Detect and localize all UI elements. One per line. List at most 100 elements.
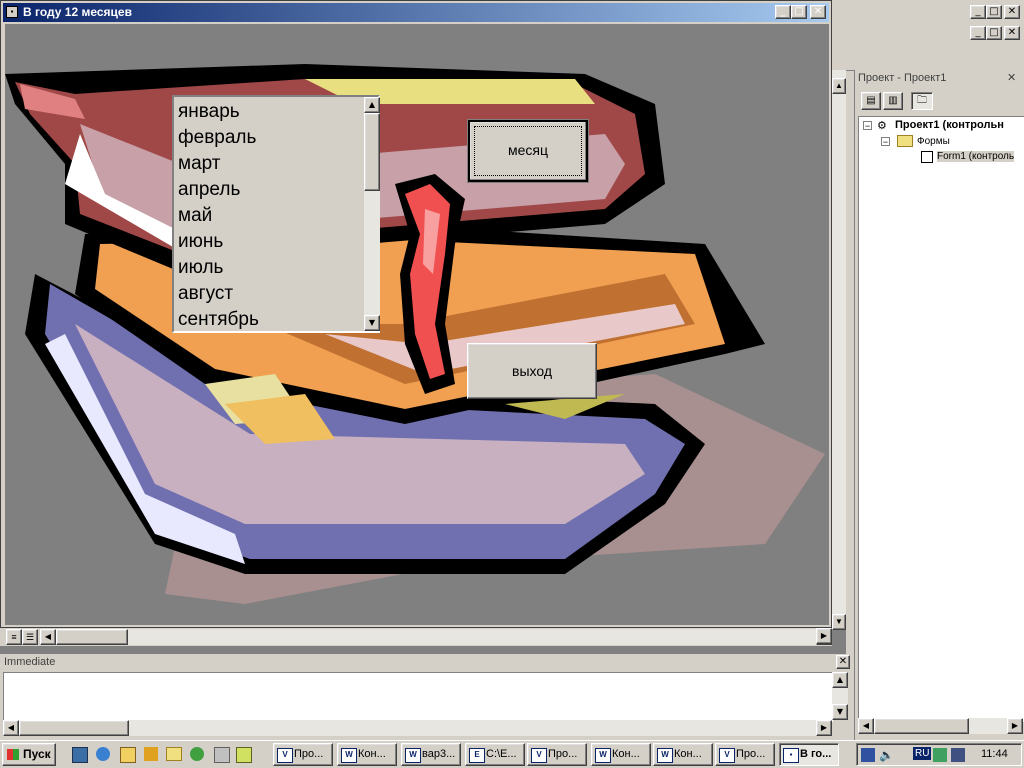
scroll-down-icon[interactable]: ▼: [364, 315, 380, 331]
mdi-vscroll[interactable]: ▲ ▼: [832, 70, 846, 630]
scroll-down-icon[interactable]: ▼: [832, 704, 848, 720]
mdi-hscroll-right[interactable]: ▶: [816, 628, 832, 644]
show-desktop-icon[interactable]: [72, 747, 88, 763]
start-button[interactable]: Пуск: [2, 743, 56, 766]
tree-folder-forms[interactable]: Формы: [917, 136, 950, 147]
tree-form1[interactable]: Form1 (контроль: [937, 151, 1015, 162]
immediate-close-icon[interactable]: ✕: [836, 655, 850, 669]
view-code-button[interactable]: ▤: [861, 92, 881, 110]
windows-logo-icon: [7, 749, 19, 760]
form-maximize-button[interactable]: □: [791, 5, 807, 19]
tray-app-icon[interactable]: [933, 748, 947, 762]
list-item[interactable]: июнь: [174, 229, 362, 255]
start-label: Пуск: [23, 747, 51, 761]
form-icon: ▪: [783, 748, 799, 763]
scroll-left-icon[interactable]: ◀: [858, 718, 874, 734]
monitor-icon[interactable]: [951, 748, 965, 762]
network-tray-icon[interactable]: [861, 748, 875, 762]
form-titlebar[interactable]: ▪ В году 12 месяцев _ □ ✕: [3, 3, 829, 22]
list-item[interactable]: август: [174, 281, 362, 307]
taskbar-task-active[interactable]: ▪ В го...: [779, 743, 839, 766]
list-item[interactable]: март: [174, 151, 362, 177]
system-tray: 🔈 RU 11:44: [856, 743, 1022, 766]
form-minimize-button[interactable]: _: [775, 5, 791, 19]
immediate-hscroll-thumb[interactable]: [19, 720, 129, 736]
internet-explorer-icon[interactable]: [96, 747, 110, 761]
immediate-titlebar[interactable]: Immediate ✕: [2, 655, 850, 670]
taskbar-task[interactable]: V Про...: [527, 743, 587, 766]
view-object-button[interactable]: ▥: [883, 92, 903, 110]
language-indicator[interactable]: RU: [913, 747, 932, 760]
immediate-vscroll[interactable]: ▲ ▼: [832, 672, 848, 720]
project-titlebar[interactable]: Проект - Проект1 ✕: [855, 70, 1024, 87]
list-item[interactable]: январь: [174, 99, 362, 125]
scroll-thumb[interactable]: [364, 113, 380, 191]
mdi-child-restore-button[interactable]: □: [986, 26, 1002, 40]
listbox-scrollbar[interactable]: ▲ ▼: [364, 97, 380, 331]
scroll-left-icon[interactable]: ◀: [40, 629, 56, 645]
form-close-button[interactable]: ✕: [810, 5, 826, 19]
view-code-icon[interactable]: ≡: [6, 629, 22, 645]
tree-expander-icon[interactable]: −: [863, 121, 872, 131]
taskbar-task[interactable]: E C:\E...: [465, 743, 525, 766]
word-icon: W: [595, 748, 611, 763]
immediate-textarea[interactable]: [3, 672, 833, 722]
quicklaunch: [66, 745, 256, 765]
mdi-vscroll-down-icon[interactable]: ▼: [832, 614, 846, 630]
month-button[interactable]: месяц: [467, 119, 589, 183]
project-close-icon[interactable]: ✕: [1007, 71, 1016, 84]
month-listbox[interactable]: январь февраль март апрель май июнь июль…: [172, 95, 380, 333]
network-icon[interactable]: [190, 747, 204, 761]
vb-icon: V: [719, 748, 735, 763]
project-tree: − ⚙ Проект1 (контрольн − Формы Form1 (ко…: [858, 116, 1024, 722]
media-player-icon[interactable]: [144, 747, 158, 761]
month-button-label: месяц: [507, 142, 548, 158]
scroll-right-icon[interactable]: ▶: [1007, 718, 1023, 734]
word-icon: W: [341, 748, 357, 763]
mdi-vscroll-up-icon[interactable]: ▲: [832, 78, 846, 94]
hscroll-track[interactable]: [128, 629, 816, 645]
list-item[interactable]: май: [174, 203, 362, 229]
scroll-up-icon[interactable]: ▲: [832, 672, 848, 688]
books-illustration: [5, 64, 825, 604]
app-icon[interactable]: [236, 747, 252, 763]
taskbar-task[interactable]: V Про...: [273, 743, 333, 766]
exit-button[interactable]: выход: [467, 343, 597, 399]
taskbar-task[interactable]: V Про...: [715, 743, 775, 766]
scroll-left-icon[interactable]: ◀: [3, 720, 19, 736]
mdi-minimize-button[interactable]: _: [970, 5, 986, 19]
toggle-folders-button[interactable]: 🗀: [911, 92, 933, 110]
mdi-close-button[interactable]: ✕: [1004, 5, 1020, 19]
immediate-hscroll[interactable]: ◀ ▶: [3, 720, 832, 736]
list-item[interactable]: июль: [174, 255, 362, 281]
taskbar-task[interactable]: W Кон...: [653, 743, 713, 766]
mdi-child-minimize-button[interactable]: _: [970, 26, 986, 40]
scroll-up-icon[interactable]: ▲: [364, 97, 380, 113]
view-procedure-icon[interactable]: ☰: [22, 629, 38, 645]
mdi-maximize-button[interactable]: □: [986, 5, 1002, 19]
form-window: ▪ В году 12 месяцев _ □ ✕: [0, 0, 832, 628]
clock: 11:44: [981, 748, 1008, 760]
word-icon: W: [657, 748, 673, 763]
form-hscroll[interactable]: ≡ ☰ ◀ ▶: [0, 628, 832, 646]
taskbar-task[interactable]: W Кон...: [337, 743, 397, 766]
project-hscroll[interactable]: ◀ ▶: [858, 718, 1023, 734]
list-item[interactable]: февраль: [174, 125, 362, 151]
list-item[interactable]: апрель: [174, 177, 362, 203]
tree-expander-icon[interactable]: −: [881, 137, 890, 147]
form-app-icon: ▪: [6, 6, 18, 18]
mdi-child-close-button[interactable]: ✕: [1004, 26, 1020, 40]
hscroll-thumb[interactable]: [56, 629, 128, 645]
tree-project-root[interactable]: Проект1 (контрольн: [895, 119, 1004, 131]
folder-icon[interactable]: [166, 747, 182, 761]
project-hscroll-thumb[interactable]: [874, 718, 969, 734]
disk-icon[interactable]: [214, 747, 230, 763]
taskbar-task[interactable]: W Кон...: [591, 743, 651, 766]
outlook-icon[interactable]: [120, 747, 136, 763]
form-title: В году 12 месяцев: [23, 5, 132, 19]
volume-icon[interactable]: 🔈: [879, 748, 894, 762]
scroll-right-icon[interactable]: ▶: [816, 720, 832, 736]
list-item[interactable]: сентябрь: [174, 307, 362, 333]
taskbar-task[interactable]: Wвар3...: [401, 743, 461, 766]
form-icon: [921, 151, 933, 163]
